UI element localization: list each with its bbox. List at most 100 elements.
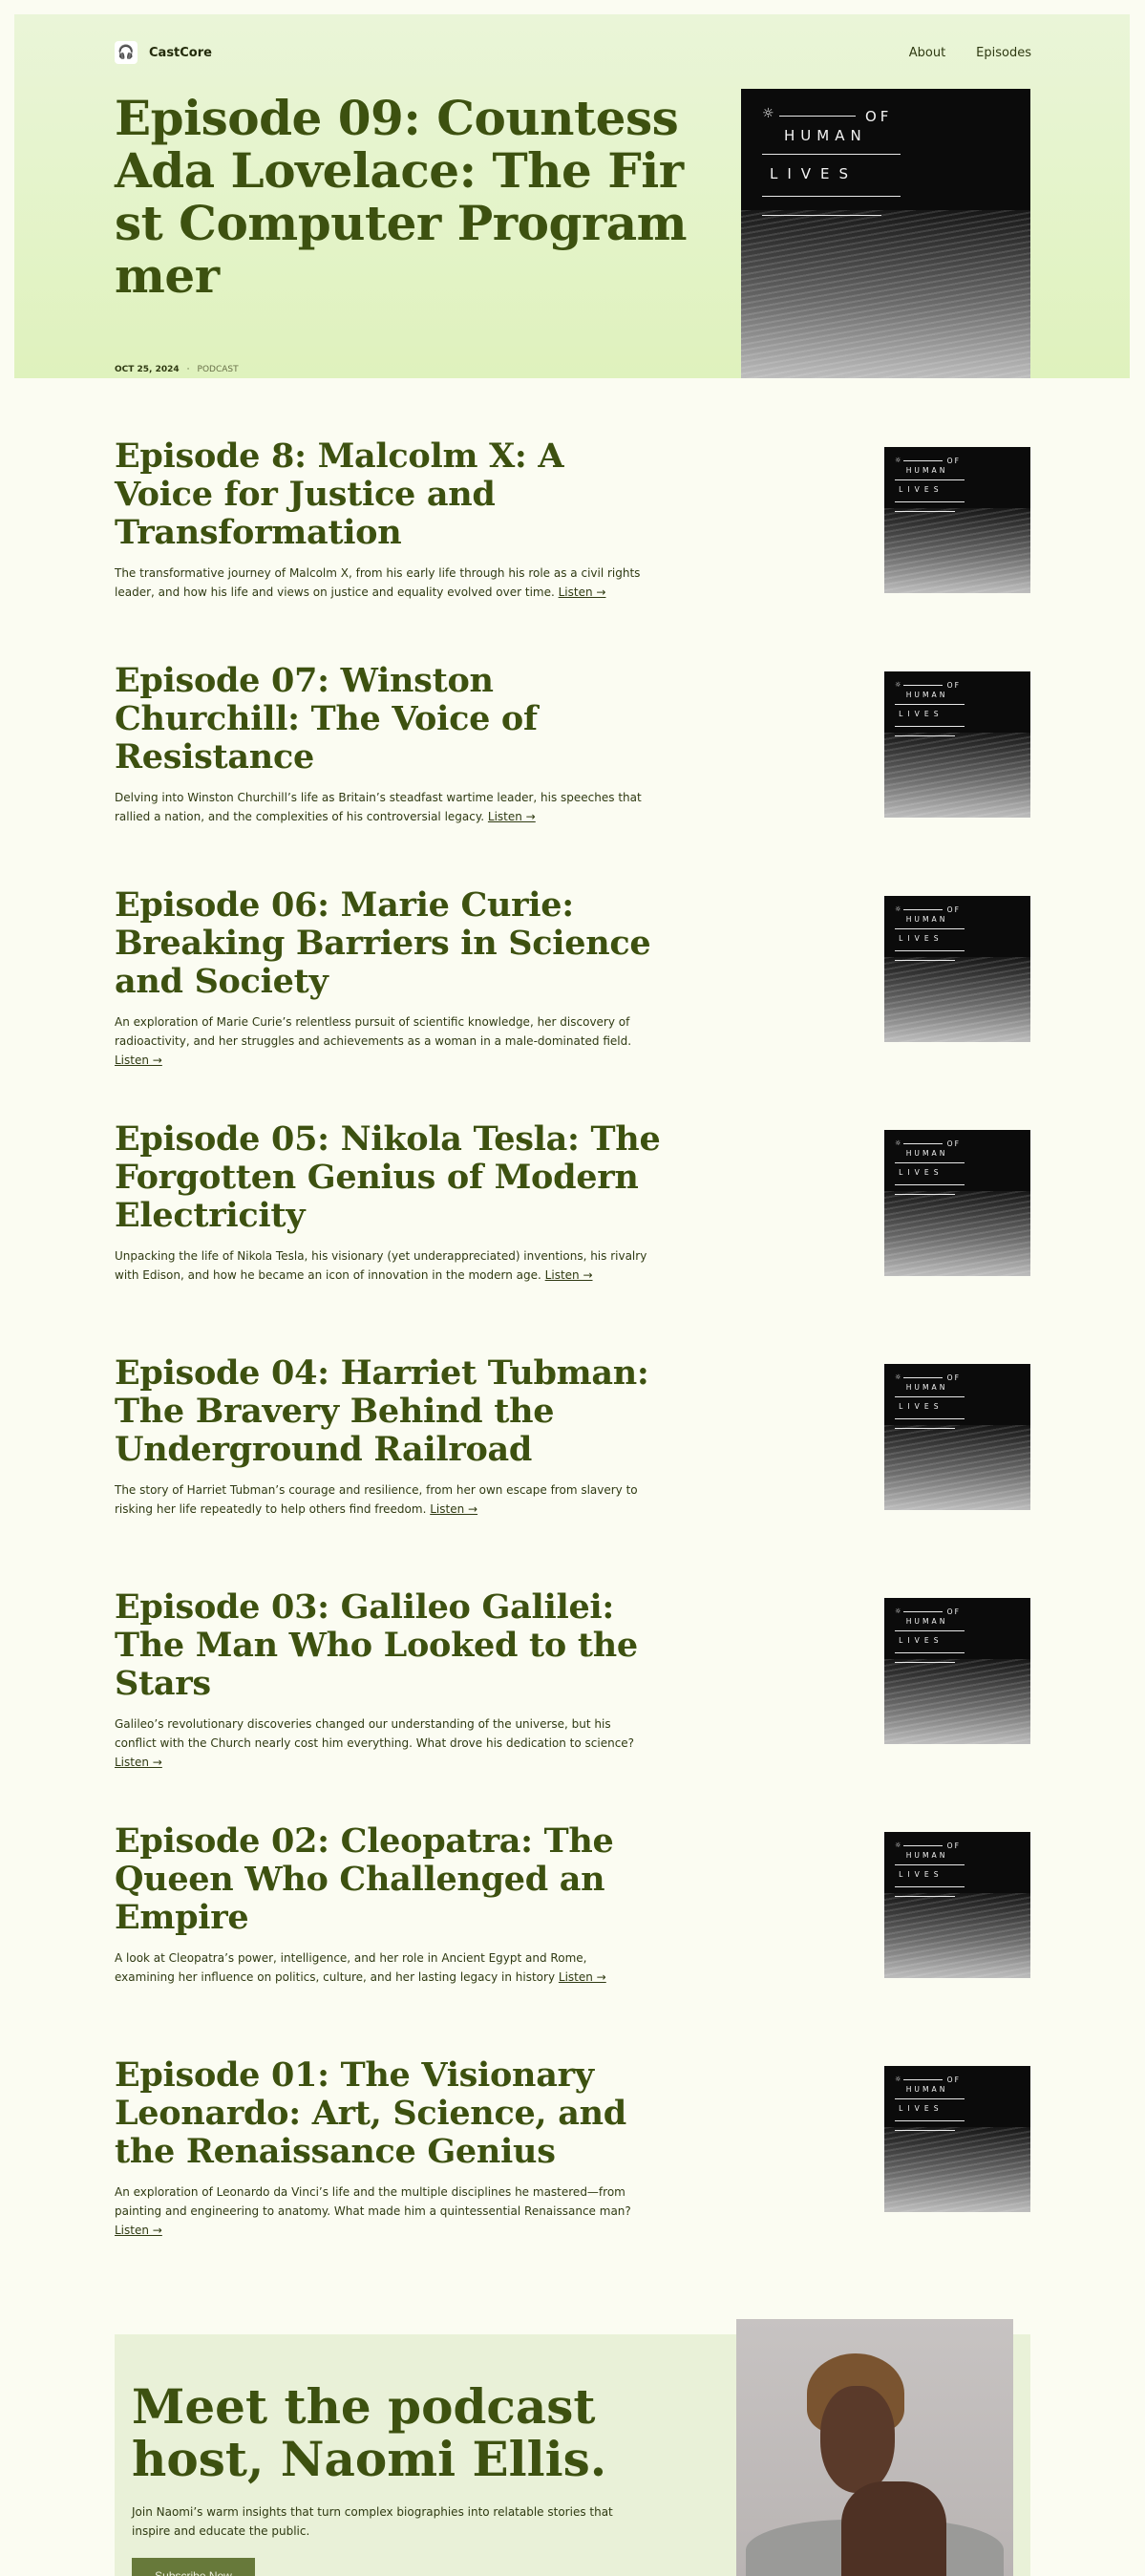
cover-line (762, 196, 901, 197)
cover-word-lives: LIVES (899, 485, 944, 495)
hero-meta: OCT 25, 2024 · PODCAST (115, 365, 239, 374)
listen-link[interactable]: Listen → (559, 585, 606, 599)
brand[interactable]: 🎧 CastCore (115, 41, 212, 64)
episode-category: PODCAST (197, 365, 239, 374)
episode-title[interactable]: Episode 04: Harriet Tubman: The Bravery … (115, 1354, 668, 1469)
cover-water-texture (741, 210, 1030, 378)
nav-links: About Episodes (909, 46, 1031, 60)
episode-item: Episode 02: Cleopatra: The Queen Who Cha… (115, 1822, 668, 1987)
cover-line (895, 1396, 965, 1398)
listen-link[interactable]: Listen → (559, 1970, 606, 1984)
episode-cover-art[interactable]: ☼ OF HUMAN LIVES (884, 2066, 1030, 2212)
cover-line (903, 1377, 943, 1379)
episode-item: Episode 07: Winston Churchill: The Voice… (115, 662, 668, 826)
sun-icon: ☼ (895, 1139, 901, 1148)
cover-word-human: HUMAN (905, 466, 948, 476)
cover-line (779, 116, 856, 117)
cover-word-human: HUMAN (905, 2085, 948, 2095)
cover-water-texture (884, 1425, 1030, 1510)
episode-title[interactable]: Episode 07: Winston Churchill: The Voice… (115, 662, 668, 777)
host-photo (736, 2319, 1013, 2576)
episode-title[interactable]: Episode 02: Cleopatra: The Queen Who Cha… (115, 1822, 668, 1937)
headphones-icon: 🎧 (115, 41, 138, 64)
episode-description: Unpacking the life of Nikola Tesla, his … (115, 1246, 649, 1285)
listen-link[interactable]: Listen → (488, 810, 536, 823)
sun-icon: ☼ (895, 456, 901, 465)
host-description: Join Naomi’s warm insights that turn com… (132, 2505, 613, 2538)
sun-icon: ☼ (895, 2075, 901, 2084)
listen-link[interactable]: Listen → (115, 1054, 162, 1067)
episode-description-text: An exploration of Leonardo da Vinci’s li… (115, 2185, 631, 2218)
hero-episode-title[interactable]: Episode 09: Countess Ada Lovelace: The F… (115, 92, 688, 302)
episode-description-text: The story of Harriet Tubman’s courage an… (115, 1483, 638, 1516)
cover-line (895, 1427, 956, 1429)
sun-icon: ☼ (895, 905, 901, 914)
episode-title[interactable]: Episode 05: Nikola Tesla: The Forgotten … (115, 1120, 668, 1235)
episode-cover-art[interactable]: ☼ OF HUMAN LIVES (884, 1598, 1030, 1744)
cover-line (895, 725, 965, 727)
episode-description-text: Galileo’s revolutionary discoveries chan… (115, 1717, 635, 1750)
episode-description: The transformative journey of Malcolm X,… (115, 564, 649, 602)
cover-line (895, 949, 965, 951)
episode-cover-art[interactable]: ☼ OF HUMAN LIVES (884, 1832, 1030, 1978)
episode-item: Episode 04: Harriet Tubman: The Bravery … (115, 1354, 668, 1519)
cover-word-human: HUMAN (905, 1617, 948, 1627)
episode-item: Episode 05: Nikola Tesla: The Forgotten … (115, 1120, 668, 1285)
cover-word-of: OF (946, 681, 961, 691)
subscribe-button[interactable]: Subscribe Now (132, 2558, 255, 2576)
episode-item: Episode 06: Marie Curie: Breaking Barrie… (115, 886, 668, 1070)
episode-cover-art[interactable]: ☼ OF HUMAN LIVES (884, 896, 1030, 1042)
episode-date: OCT 25, 2024 (115, 365, 180, 374)
episode-cover-art[interactable]: ☼ OF HUMAN LIVES (884, 1130, 1030, 1276)
cover-word-human: HUMAN (905, 1851, 948, 1861)
cover-line (895, 500, 965, 502)
episode-cover-art[interactable]: ☼ OF HUMAN LIVES (884, 671, 1030, 818)
cover-line (895, 704, 965, 706)
episode-title[interactable]: Episode 8: Malcolm X: A Voice for Justic… (115, 437, 668, 552)
cover-water-texture (884, 1191, 1030, 1276)
listen-link[interactable]: Listen → (430, 1502, 477, 1516)
cover-word-of: OF (946, 905, 961, 915)
cover-word-lives: LIVES (899, 710, 944, 719)
cover-word-of: OF (865, 108, 893, 125)
cover-line (895, 928, 965, 930)
episode-item: Episode 03: Galileo Galilei: The Man Who… (115, 1588, 668, 1772)
cover-word-human: HUMAN (905, 915, 948, 925)
episode-title[interactable]: Episode 03: Galileo Galilei: The Man Who… (115, 1588, 668, 1703)
cover-line (895, 959, 956, 961)
hero-cover-art[interactable]: ☼ OF HUMAN LIVES (741, 89, 1030, 378)
cover-line (903, 2079, 943, 2081)
episode-item: Episode 01: The Visionary Leonardo: Art,… (115, 2056, 668, 2240)
cover-word-of: OF (946, 2076, 961, 2085)
cover-line (895, 1417, 965, 1419)
episode-title[interactable]: Episode 01: The Visionary Leonardo: Art,… (115, 2056, 668, 2171)
episode-cover-art[interactable]: ☼ OF HUMAN LIVES (884, 1364, 1030, 1510)
cover-line (895, 2098, 965, 2100)
listen-link[interactable]: Listen → (545, 1268, 593, 1282)
cover-line (895, 1895, 956, 1897)
listen-link[interactable]: Listen → (115, 1756, 162, 1769)
cover-water-texture (884, 733, 1030, 818)
cover-line (903, 1845, 943, 1847)
sun-icon: ☼ (895, 1373, 901, 1382)
cover-line (895, 734, 956, 736)
cover-line (903, 1143, 943, 1145)
cover-word-of: OF (946, 1842, 961, 1851)
cover-line (895, 1864, 965, 1866)
cover-line (762, 215, 881, 216)
episode-description: Galileo’s revolutionary discoveries chan… (115, 1714, 649, 1772)
cover-line (895, 1630, 965, 1632)
cover-word-lives: LIVES (899, 934, 944, 944)
episode-title[interactable]: Episode 06: Marie Curie: Breaking Barrie… (115, 886, 668, 1001)
sun-icon: ☼ (895, 1607, 901, 1616)
cover-water-texture (884, 2127, 1030, 2212)
episode-description: The story of Harriet Tubman’s courage an… (115, 1480, 649, 1519)
episode-description-text: A look at Cleopatra’s power, intelligenc… (115, 1951, 587, 1984)
nav-link-episodes[interactable]: Episodes (976, 46, 1031, 60)
episode-description-text: Delving into Winston Churchill’s life as… (115, 791, 642, 823)
listen-link[interactable]: Listen → (115, 2224, 162, 2237)
episode-cover-art[interactable]: ☼ OF HUMAN LIVES (884, 447, 1030, 593)
cover-line (895, 1162, 965, 1164)
nav-link-about[interactable]: About (909, 46, 945, 60)
cover-line (895, 510, 956, 512)
